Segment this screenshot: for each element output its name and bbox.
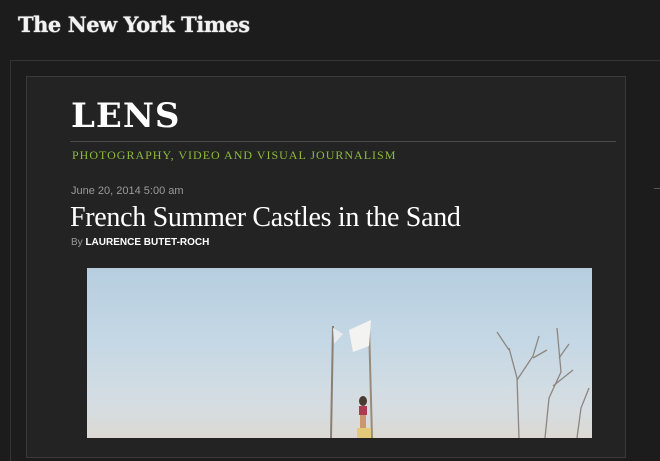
article-date: June 20, 2014 5:00 am — [71, 185, 184, 197]
person — [359, 396, 367, 406]
blog-title[interactable]: LENS — [71, 96, 180, 136]
flag — [349, 320, 371, 352]
divider — [70, 141, 616, 142]
flag — [333, 328, 343, 344]
byline: By LAURENCE BUTET-ROCH — [71, 237, 209, 248]
byline-prefix: By — [71, 237, 83, 248]
beach-photo-image — [330, 320, 590, 438]
person — [360, 415, 366, 429]
divider — [654, 188, 660, 189]
flagpole — [368, 323, 373, 438]
article-headline[interactable]: French Summer Castles in the Sand — [70, 202, 461, 234]
author-link[interactable]: LAURENCE BUTET-ROCH — [85, 237, 209, 248]
article-photo[interactable] — [87, 268, 592, 438]
nyt-logo[interactable]: The New York Times — [18, 12, 250, 37]
blog-tagline: PHOTOGRAPHY, VIDEO AND VISUAL JOURNALISM — [72, 148, 397, 162]
masthead: The New York Times — [0, 0, 660, 60]
sand-castle — [357, 428, 371, 438]
driftwood-branches — [496, 327, 590, 438]
person — [359, 406, 367, 415]
flagpole — [330, 325, 334, 438]
